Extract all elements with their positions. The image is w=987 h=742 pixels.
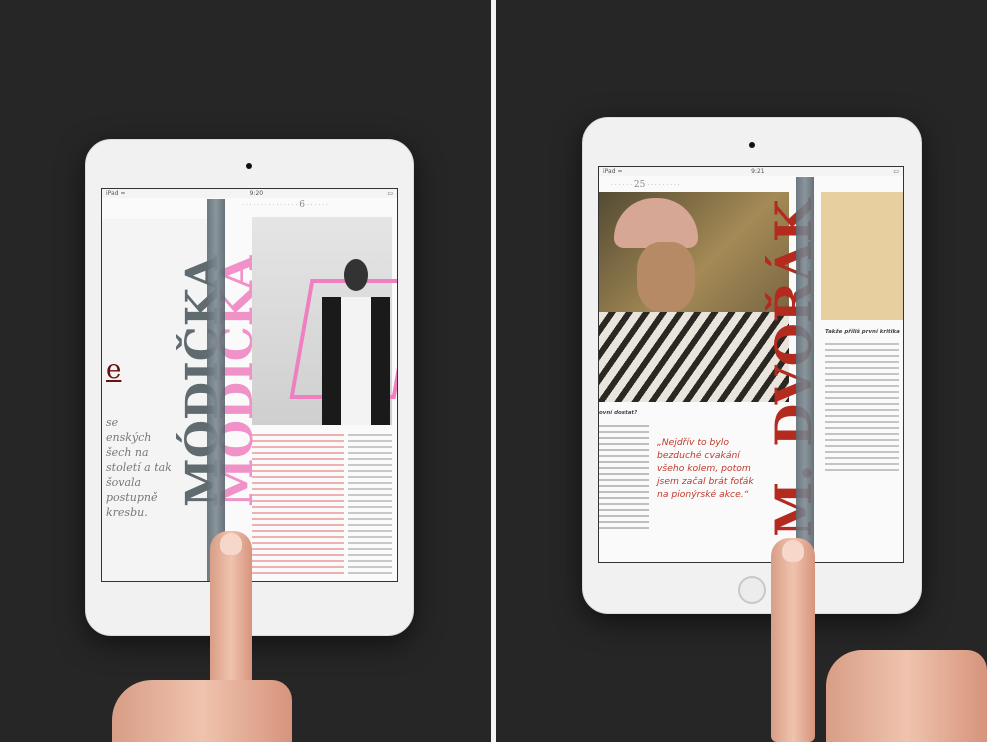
article-column-grey [348,434,392,574]
large-letter: e [106,355,122,385]
athlete-jersey [599,312,789,402]
left-body-copy: se enských šech na století a tak šovala … [106,415,172,520]
right-sidebar-heading: Takže příliš první kritika [825,329,900,335]
body-line: enských [106,431,152,444]
thumb [112,680,292,742]
athlete-face [637,242,695,312]
right-tablet: iPad ≈9:21 ▭ · · · · · · 25 · · · · · · ·… [582,117,922,614]
left-screen: iPad ≈9:20 ▭ · · · · · · · · · · · · · · … [101,188,398,582]
article-column [599,425,649,533]
left-photo: iPad ≈9:20 ▭ · · · · · · · · · · · · · · … [0,0,491,742]
page-header: · · · · · · 25 · · · · · · · · · [611,180,680,190]
status-bar: iPad ≈9:20 ▭ [102,189,397,198]
athlete-photo [599,192,789,402]
front-camera-icon [749,142,755,148]
quote-line: všeho kolem, potom [657,463,751,474]
quote-line: na pionýrské akce.“ [657,489,749,500]
right-sidebar-text [825,343,899,473]
right-screen: iPad ≈9:21 ▭ · · · · · · 25 · · · · · · ·… [598,166,904,563]
question-heading: ovní dostat? [599,410,638,416]
status-bar: iPad ≈9:21 ▭ [599,167,903,176]
front-camera-icon [246,163,252,169]
athlete-helmet [614,198,698,248]
body-line: století a tak [106,461,172,474]
body-line: šech na [106,446,149,459]
fingernail [220,533,242,555]
home-button[interactable] [738,576,766,604]
body-line: šovala [106,476,142,489]
fingernail [782,540,804,562]
page-header: · · · · · · · · · · · · · · · 6 · · · · … [242,200,328,210]
body-line: postupně [106,491,158,504]
article-column-pink [252,434,344,574]
quote-line: bezduché cvakání [657,450,740,461]
body-line: se [106,416,119,429]
article-columns [252,434,392,574]
model-photo [252,217,397,425]
right-photo: iPad ≈9:21 ▭ · · · · · · 25 · · · · · · ·… [496,0,987,742]
page-number: 6 [299,200,305,210]
transition-slider-strip[interactable] [796,177,814,562]
curled-fingers [826,650,987,742]
finger-shaft [771,538,815,742]
body-line: kresbu. [106,506,148,519]
right-orange-panel [821,192,903,320]
page-number: 25 [633,180,646,190]
quote-line: jsem začal brát foťák [657,476,754,487]
quote-line: „Nejdřív to bylo [657,437,729,448]
model-head [344,259,368,291]
transition-slider-strip[interactable] [207,199,225,581]
model-body [322,297,390,425]
pull-quote: „Nejdřív to bylo bezduché cvakání všeho … [657,436,783,501]
